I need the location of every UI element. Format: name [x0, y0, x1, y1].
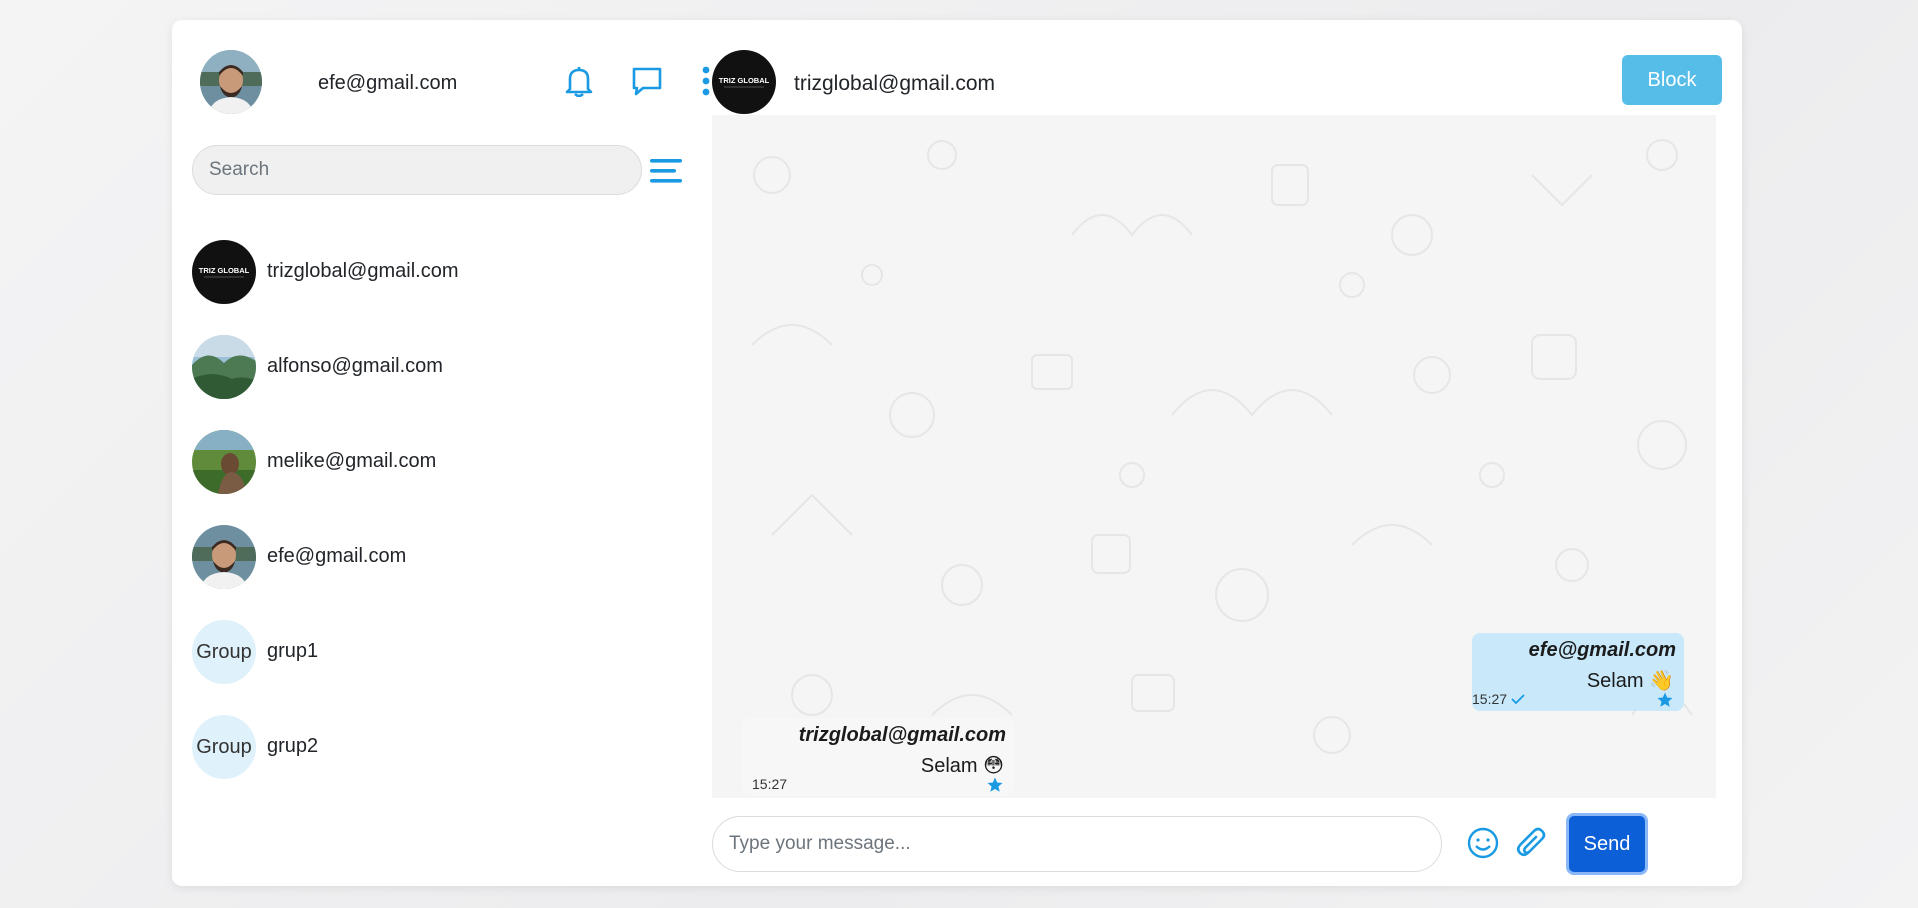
block-button[interactable]: Block	[1622, 55, 1722, 105]
message-text: Selam 👋	[1586, 670, 1674, 692]
message-sender: trizglobal@gmail.com	[798, 724, 1006, 746]
contact-avatar	[192, 525, 256, 589]
incoming-message[interactable]: trizglobal@gmail.com Selam 😳 15:27	[742, 718, 1014, 796]
compose-box	[712, 816, 1442, 872]
outgoing-message[interactable]: efe@gmail.com Selam 👋 15:27	[1472, 633, 1684, 711]
contact-name: trizglobal@gmail.com	[267, 260, 459, 282]
group-avatar: Group	[192, 620, 256, 684]
current-user-avatar[interactable]	[200, 50, 262, 114]
message-sender: efe@gmail.com	[1528, 639, 1676, 661]
logo-text: TRIZ GLOBAL	[199, 266, 250, 275]
sidebar-header: efe@gmail.com	[200, 50, 710, 114]
message-time-text: 15:27	[1472, 691, 1508, 707]
contact-name: grup1	[267, 640, 319, 662]
logo-text: TRIZ GLOBAL	[719, 76, 770, 85]
star-icon[interactable]	[986, 776, 1004, 794]
trizglobal-logo-avatar: TRIZ GLOBAL	[192, 240, 256, 304]
bell-icon[interactable]	[562, 64, 596, 98]
contact-item[interactable]: melike@gmail.com	[192, 430, 692, 525]
send-button[interactable]: Send	[1566, 813, 1648, 875]
star-icon[interactable]	[1656, 691, 1674, 709]
message-time: 15:27	[1472, 691, 1525, 707]
chat-partner-avatar[interactable]: TRIZ GLOBAL	[712, 50, 776, 114]
chat-app-card: efe@gmail.com Search TRIZ GLOBAL trizglo…	[172, 20, 1742, 886]
message-input[interactable]	[712, 816, 1442, 872]
chat-title: trizglobal@gmail.com	[794, 72, 996, 95]
message-area[interactable]: efe@gmail.com Selam 👋 15:27 trizglobal@g…	[712, 115, 1716, 798]
contact-item[interactable]: TRIZ GLOBAL trizglobal@gmail.com	[192, 240, 692, 335]
chat-bubble-icon[interactable]	[630, 64, 664, 98]
group-avatar: Group	[192, 715, 256, 779]
message-text: Selam 😳	[920, 755, 1004, 777]
contact-item[interactable]: efe@gmail.com	[192, 525, 692, 620]
current-user-email: efe@gmail.com	[318, 72, 458, 94]
contact-item[interactable]: Group grup1	[192, 620, 692, 715]
contact-name: grup2	[267, 735, 319, 757]
attachment-icon[interactable]	[1513, 824, 1551, 862]
contact-item[interactable]: Group grup2	[192, 715, 692, 810]
contact-item[interactable]: alfonso@gmail.com	[192, 335, 692, 430]
emoji-icon[interactable]	[1464, 824, 1502, 862]
contact-name: alfonso@gmail.com	[267, 355, 443, 377]
contact-avatar	[192, 430, 256, 494]
read-check-icon	[1511, 694, 1525, 705]
contact-name: melike@gmail.com	[267, 450, 437, 472]
contact-list: TRIZ GLOBAL trizglobal@gmail.com alfonso…	[192, 240, 692, 810]
chat-header: TRIZ GLOBAL trizglobal@gmail.com Block	[712, 50, 1722, 114]
search-box	[192, 145, 642, 195]
filter-menu-icon[interactable]	[648, 156, 686, 186]
search-input[interactable]	[192, 145, 642, 195]
contact-avatar	[192, 335, 256, 399]
message-time: 15:27	[752, 776, 788, 792]
contact-name: efe@gmail.com	[267, 545, 407, 567]
